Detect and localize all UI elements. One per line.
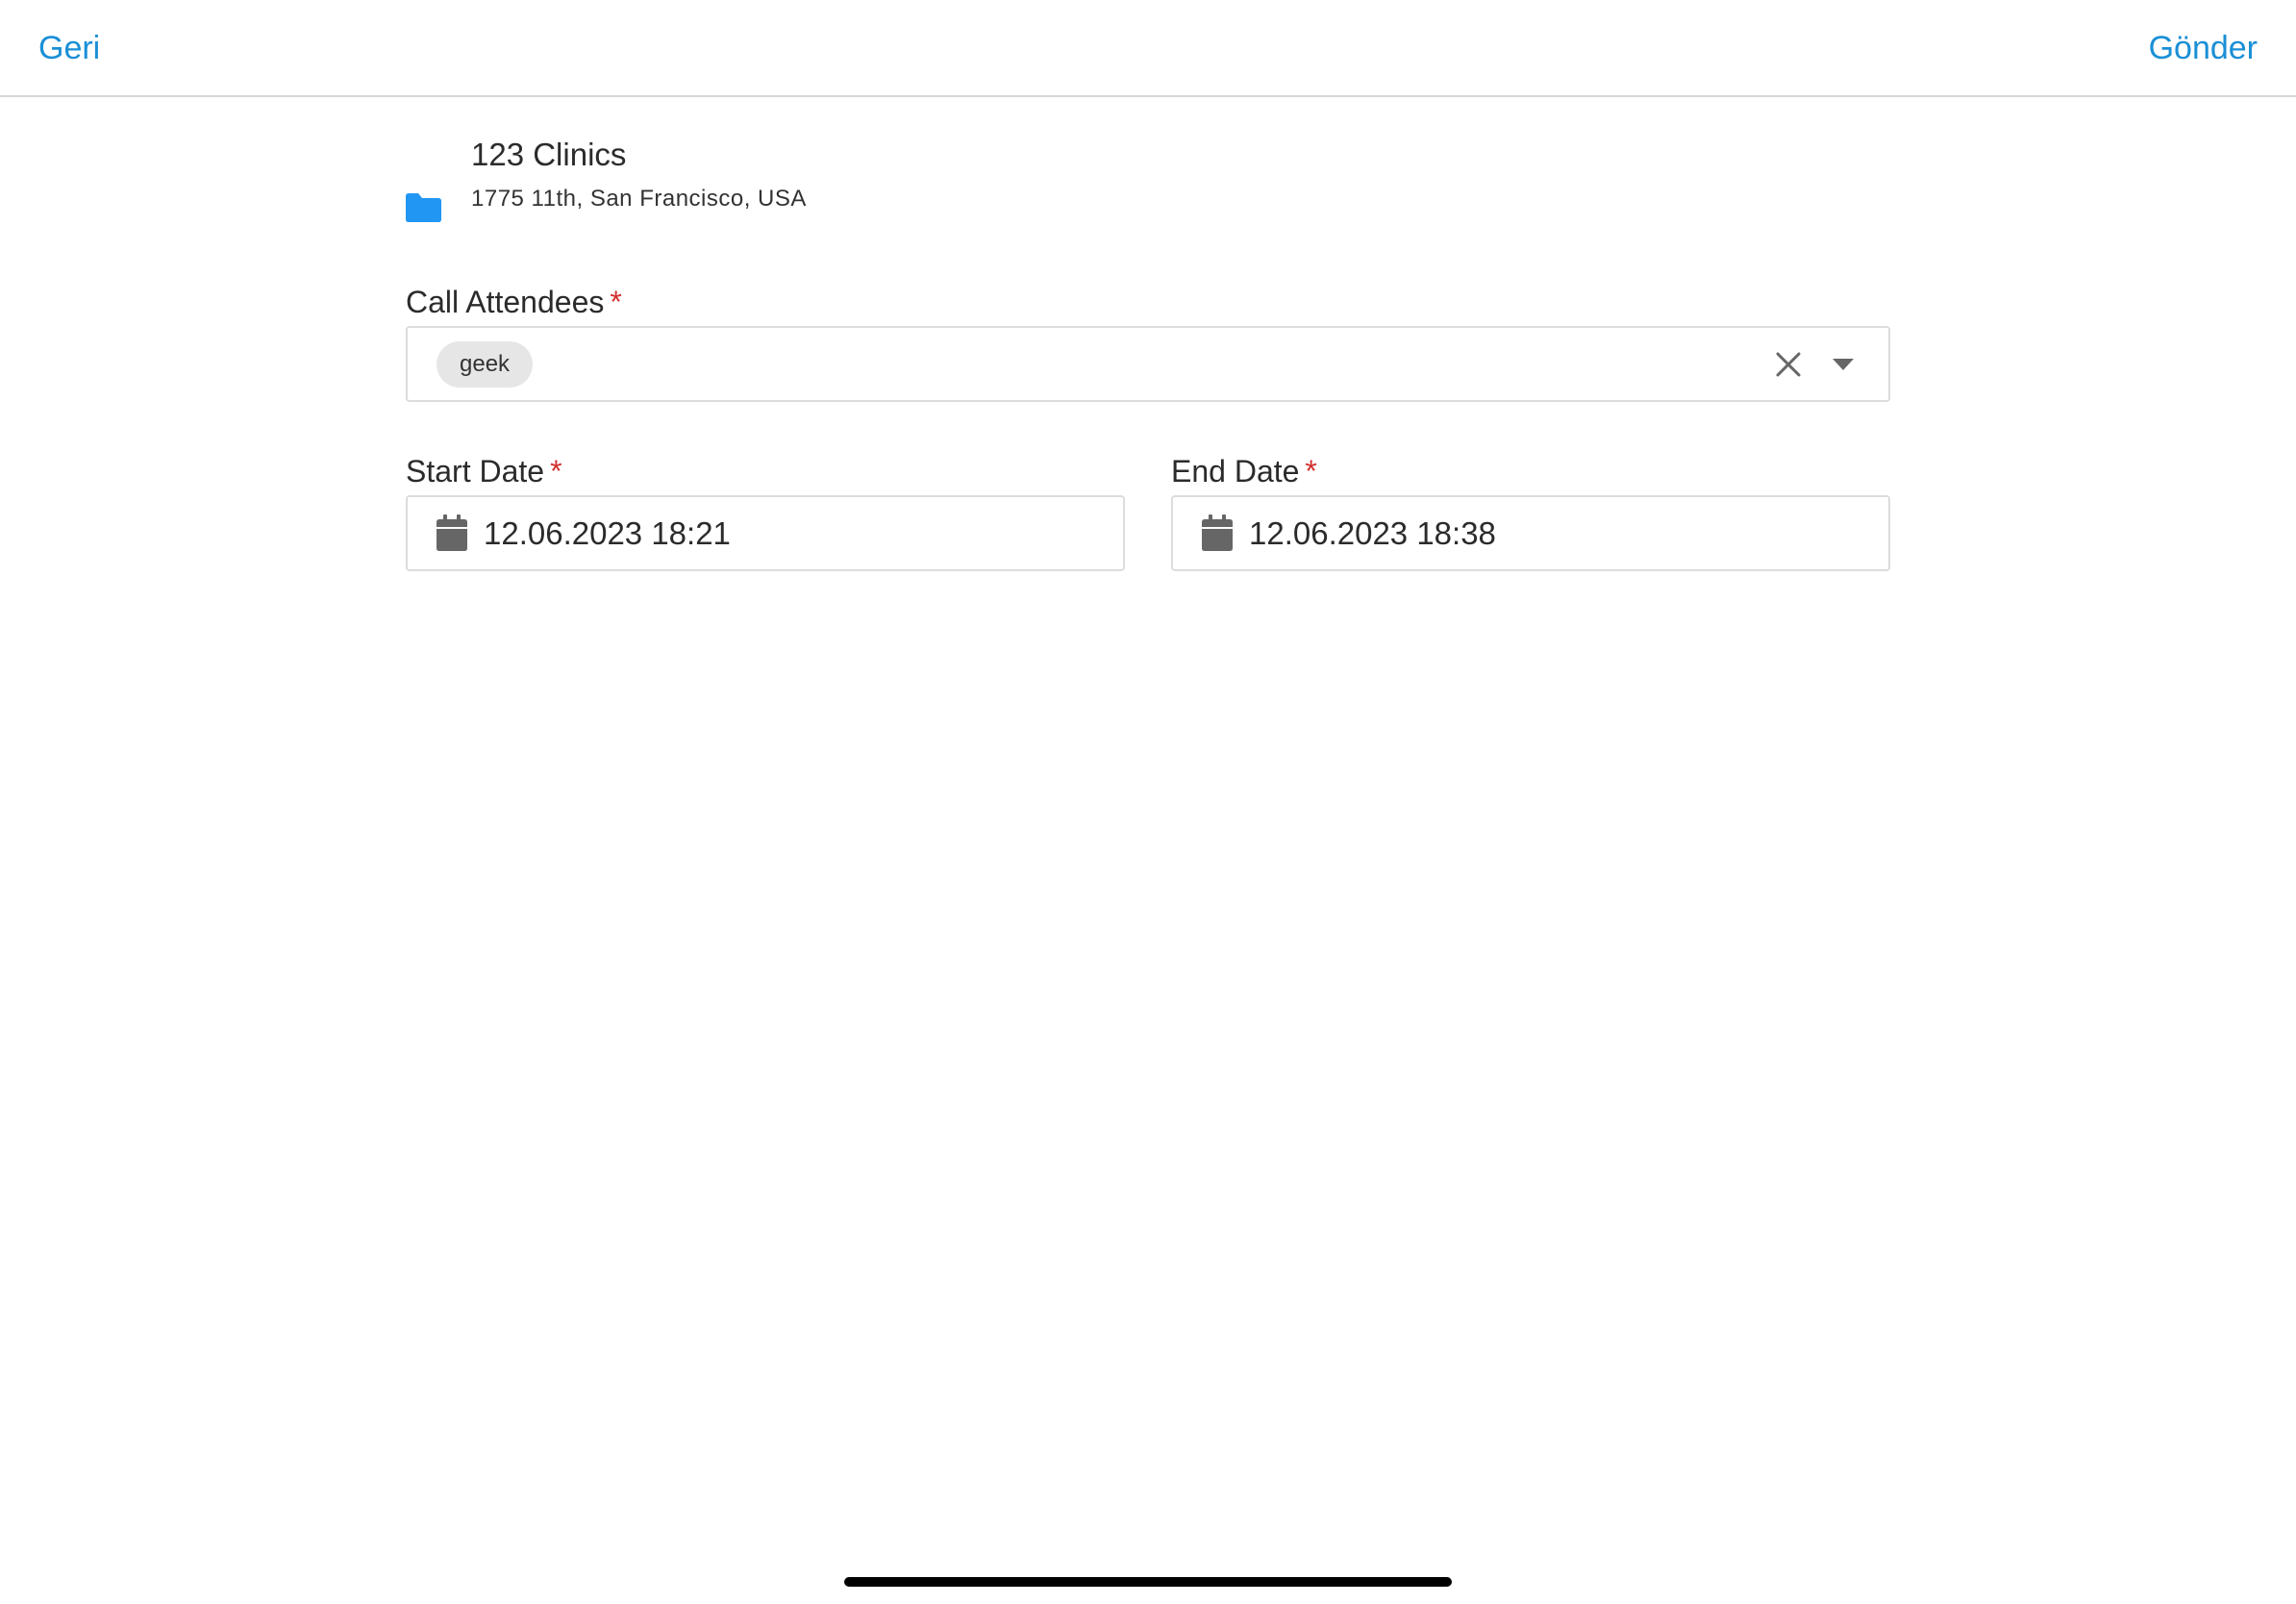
required-marker: * xyxy=(610,285,622,319)
attendees-label-text: Call Attendees xyxy=(406,285,605,319)
send-button[interactable]: Gönder xyxy=(2149,25,2258,71)
start-date-label-text: Start Date xyxy=(406,454,545,489)
attendees-label: Call Attendees * xyxy=(406,283,622,321)
calendar-icon xyxy=(437,514,467,551)
attendees-select[interactable]: geek xyxy=(406,326,1890,402)
attendee-chip[interactable]: geek xyxy=(437,341,534,388)
home-indicator[interactable] xyxy=(844,1577,1452,1587)
folder-icon xyxy=(406,193,441,222)
end-date-value: 12.06.2023 18:38 xyxy=(1249,515,1496,551)
end-date-label: End Date * xyxy=(1171,452,1317,490)
end-date-label-text: End Date xyxy=(1171,454,1300,489)
top-navbar: Geri Gönder xyxy=(0,0,2296,97)
required-marker: * xyxy=(1305,454,1317,489)
chevron-down-icon[interactable] xyxy=(1833,359,1854,370)
account-address: 1775 11th, San Francisco, USA xyxy=(471,186,807,212)
end-date-field[interactable]: 12.06.2023 18:38 xyxy=(1171,495,1890,571)
account-header: 123 Clinics 1775 11th, San Francisco, US… xyxy=(406,134,1271,222)
account-name: 123 Clinics xyxy=(471,137,627,172)
required-marker: * xyxy=(550,454,562,489)
start-date-label: Start Date * xyxy=(406,452,562,490)
start-date-field[interactable]: 12.06.2023 18:21 xyxy=(406,495,1125,571)
start-date-value: 12.06.2023 18:21 xyxy=(484,515,731,551)
clear-icon[interactable] xyxy=(1775,351,1802,378)
calendar-icon xyxy=(1202,514,1233,551)
back-button[interactable]: Geri xyxy=(38,25,100,71)
